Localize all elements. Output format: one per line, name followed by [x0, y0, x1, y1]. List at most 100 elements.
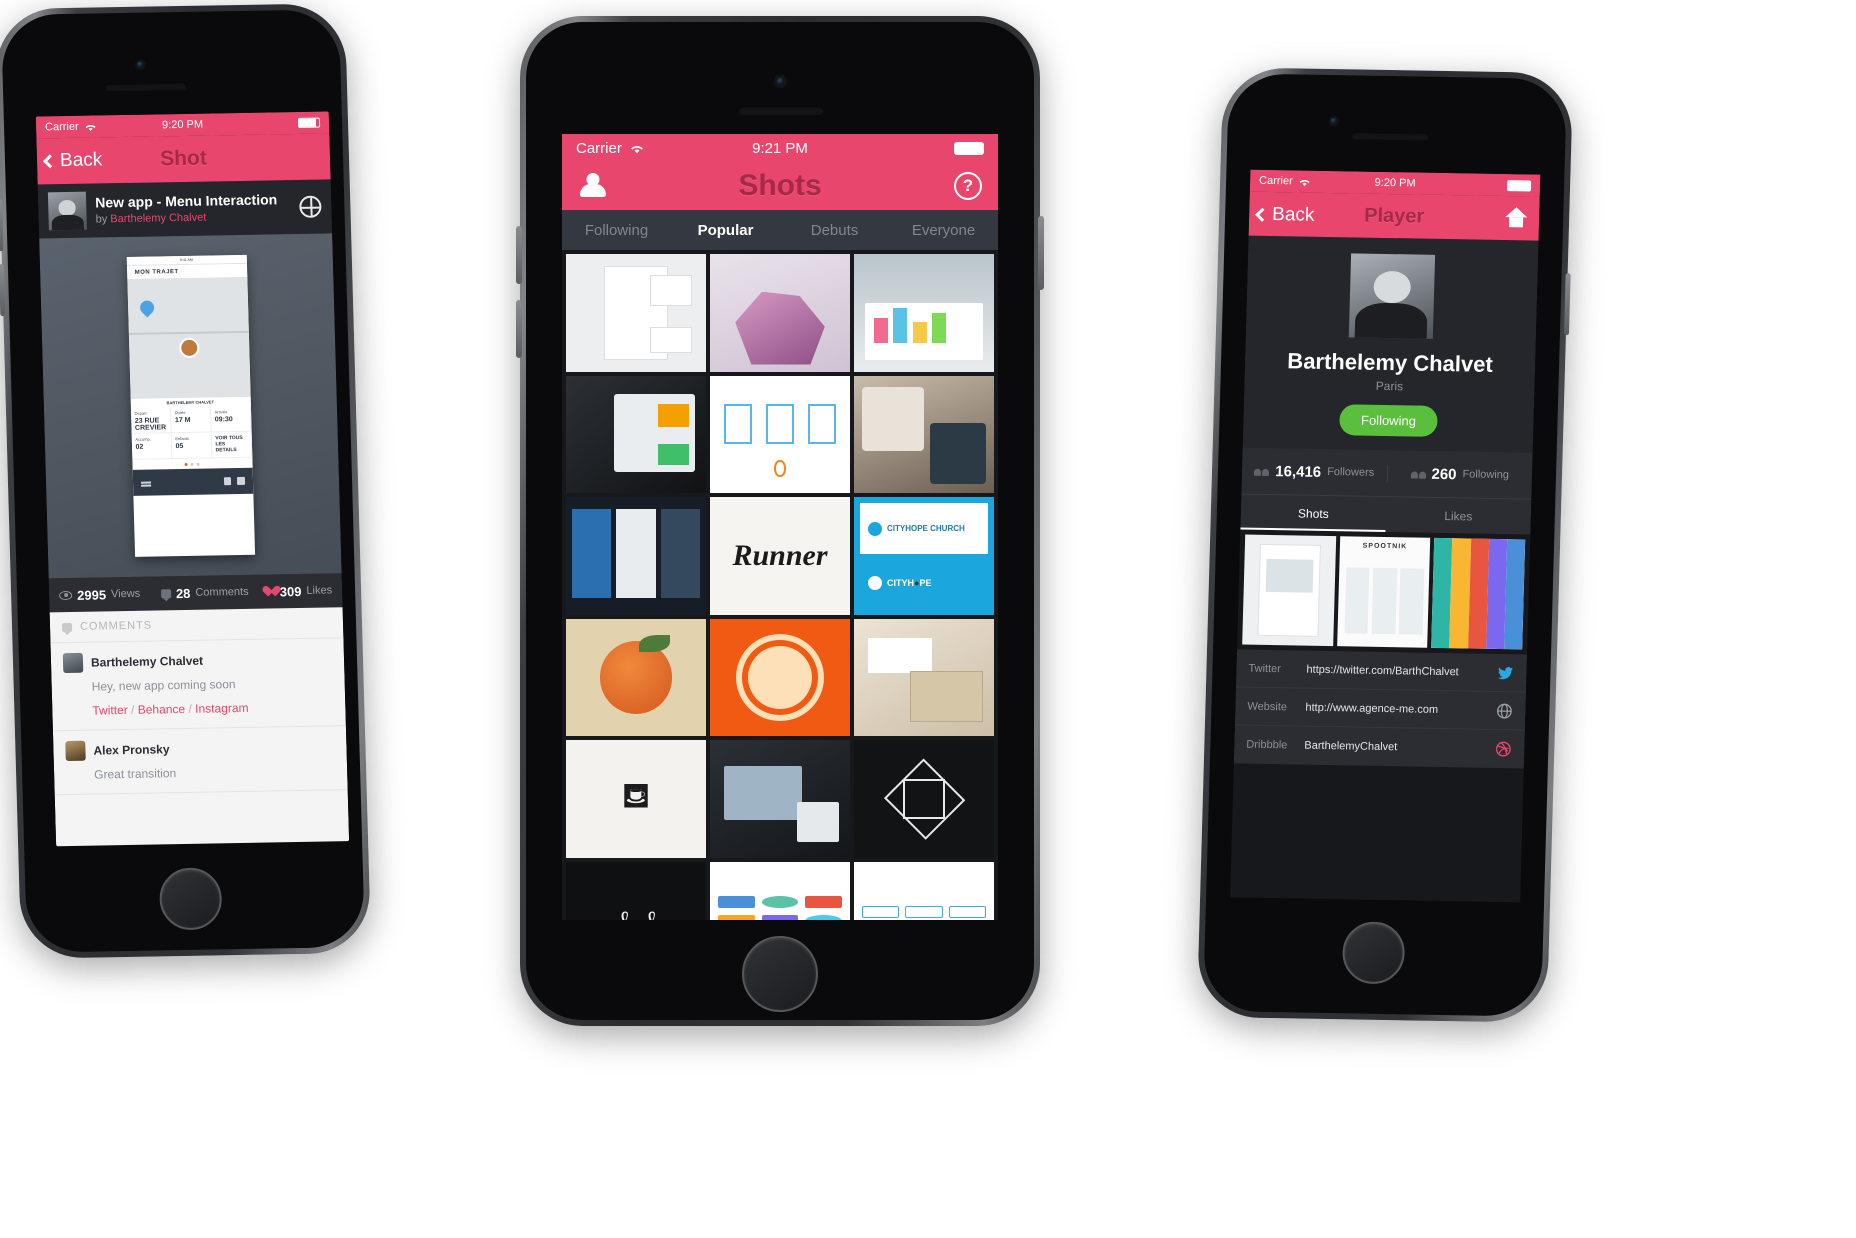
- commenter-name: Alex Pronsky: [93, 742, 170, 758]
- person-icon[interactable]: [580, 173, 606, 199]
- subtab-shots[interactable]: Shots: [1240, 494, 1387, 533]
- tab-debuts[interactable]: Debuts: [780, 222, 889, 239]
- back-button[interactable]: Back: [42, 137, 103, 184]
- back-label: Back: [59, 149, 103, 172]
- link-row-dribbble[interactable]: Dribbble BarthelemyChalvet: [1234, 725, 1525, 768]
- help-question-icon[interactable]: ?: [954, 172, 982, 200]
- shot-author[interactable]: Barthelemy Chalvet: [110, 211, 206, 225]
- followers-count[interactable]: 16,416 Followers: [1242, 462, 1387, 482]
- link-key: Twitter: [1248, 662, 1282, 675]
- shot-thumb[interactable]: [566, 497, 706, 615]
- preview-field-2: Arrivée 09:30: [210, 405, 252, 432]
- likes-count: 309: [279, 583, 302, 599]
- shot-thumb[interactable]: [710, 618, 850, 737]
- likes-label: Likes: [306, 584, 333, 597]
- comment-text: Great transition: [93, 766, 177, 782]
- phone-left-shot-detail: Carrier 9:20 PM Back Shot New app - Menu…: [0, 3, 372, 959]
- followers-label: Followers: [1327, 465, 1375, 479]
- power-button[interactable]: [1038, 216, 1044, 290]
- thumb-label: SPOOTNIK: [1362, 542, 1408, 551]
- stat-likes[interactable]: 309 Likes: [263, 583, 333, 599]
- comment-icon: [61, 622, 73, 632]
- link-row-website[interactable]: Website http://www.agence-me.com: [1234, 687, 1526, 731]
- wifi-icon: [85, 124, 96, 131]
- subtab-likes[interactable]: Likes: [1385, 497, 1531, 535]
- comment-text: Hey, new app coming soon: [91, 677, 236, 694]
- status-time: 9:21 PM: [752, 139, 808, 157]
- back-button[interactable]: Back: [1255, 192, 1316, 239]
- cup-icon: [223, 477, 231, 486]
- nav-bar: Shots ?: [562, 162, 998, 210]
- shot-thumb[interactable]: CITYHOPE CHURCH CITYH●PE: [854, 497, 994, 615]
- globe-icon: [1496, 703, 1512, 719]
- phone-right-player-profile: Carrier 9:20 PM Back Player Barthelemy C…: [1196, 67, 1574, 1023]
- shot-thumb[interactable]: Runner: [710, 497, 850, 615]
- preview-field-0: Depart 23 RUE CREVIER: [130, 407, 172, 433]
- link-value: https://twitter.com/BarthChalvet: [1306, 663, 1459, 678]
- following-count[interactable]: 260 Following: [1386, 464, 1533, 485]
- shot-thumb[interactable]: [710, 740, 850, 858]
- nav-bar: Back Player: [1248, 191, 1540, 241]
- views-count: 2995: [76, 586, 107, 603]
- power-button[interactable]: [1563, 273, 1571, 336]
- shot-thumb[interactable]: [710, 375, 850, 494]
- twitter-icon: [1497, 666, 1514, 679]
- commenter-name: Barthelemy Chalvet: [90, 653, 204, 670]
- commenter-avatar: [65, 740, 86, 762]
- link-behance[interactable]: Behance: [138, 702, 186, 717]
- link-key: Dribbble: [1246, 738, 1288, 752]
- follow-button[interactable]: Following: [1338, 404, 1439, 437]
- preview-person-avatar: [178, 337, 200, 358]
- shot-thumb[interactable]: [710, 861, 850, 920]
- stat-comments: 28 Comments: [160, 584, 263, 601]
- comments-section-label: COMMENTS: [79, 619, 153, 633]
- shot-thumb[interactable]: [854, 861, 994, 920]
- tab-bar: Following Popular Debuts Everyone: [562, 210, 998, 250]
- link-twitter[interactable]: Twitter: [92, 703, 128, 718]
- carrier-label: Carrier: [44, 120, 79, 134]
- tab-popular[interactable]: Popular: [671, 222, 780, 239]
- comment-item[interactable]: Alex Pronsky Great transition: [52, 726, 348, 796]
- comments-count: 28: [175, 585, 191, 601]
- link-value: http://www.agence-me.com: [1305, 701, 1439, 716]
- shot-thumb[interactable]: [854, 740, 994, 858]
- shot-thumb[interactable]: [566, 254, 706, 372]
- shot-thumb[interactable]: [854, 254, 994, 372]
- author-avatar[interactable]: [47, 191, 87, 231]
- tab-everyone[interactable]: Everyone: [889, 222, 998, 239]
- comment-item[interactable]: Barthelemy Chalvet Hey, new app coming s…: [50, 638, 346, 732]
- preview-field-5: Enfants 05: [171, 432, 212, 459]
- shot-author-line: by Barthelemy Chalvet: [95, 209, 321, 225]
- preview-field-1: Durée 17 M: [170, 406, 212, 433]
- shot-thumb[interactable]: [566, 375, 706, 494]
- tab-following[interactable]: Following: [562, 222, 671, 239]
- shot-preview-canvas[interactable]: 9:41 AM MON TRAJET BARTHELEMY CHALVET De…: [39, 195, 342, 579]
- profile-thumb[interactable]: [1431, 537, 1526, 650]
- phone-center-shots-grid: Carrier 9:21 PM Shots ? Following Popula…: [516, 16, 1044, 1026]
- battery-icon: [954, 141, 984, 155]
- wifi-icon: [630, 145, 643, 153]
- commenter-avatar: [62, 652, 84, 674]
- preview-cta[interactable]: VOIR TOUS LES DETAILS: [211, 431, 252, 458]
- shot-thumb[interactable]: ₰ ₰: [566, 861, 706, 920]
- link-instagram[interactable]: Instagram: [195, 701, 249, 716]
- link-row-twitter[interactable]: Twitter https://twitter.com/BarthChalvet: [1235, 649, 1527, 693]
- eye-icon: [59, 590, 73, 600]
- volume-up-button[interactable]: [516, 226, 522, 284]
- shot-thumb[interactable]: [710, 254, 850, 372]
- shot-thumb[interactable]: ⛾: [566, 740, 706, 858]
- comment-links: Twitter / Behance / Instagram: [92, 700, 249, 718]
- shot-thumb[interactable]: [854, 618, 994, 737]
- front-camera: [773, 74, 788, 89]
- player-location: Paris: [1375, 378, 1404, 394]
- volume-down-button[interactable]: [516, 300, 522, 358]
- mockup-stage: Carrier 9:20 PM Back Shot New app - Menu…: [0, 0, 1856, 1238]
- profile-thumb[interactable]: SPOOTNIK: [1336, 536, 1431, 648]
- home-button[interactable]: [742, 936, 818, 1012]
- menu-icon: [140, 481, 151, 484]
- home-icon[interactable]: [1505, 207, 1528, 218]
- shot-thumb[interactable]: [566, 618, 706, 737]
- shot-thumb[interactable]: [854, 375, 994, 494]
- profile-thumb[interactable]: [1242, 534, 1336, 647]
- stat-views: 2995 Views: [59, 586, 161, 603]
